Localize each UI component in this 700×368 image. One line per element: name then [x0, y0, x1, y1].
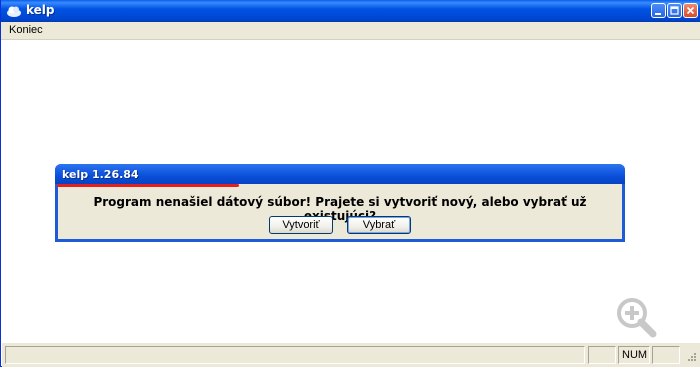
dialog-message: Program nenašiel dátový súbor! Prajete s…	[93, 195, 587, 223]
select-button[interactable]: Vybrať	[347, 216, 411, 234]
window-title: kelp	[26, 3, 55, 17]
close-icon	[686, 6, 695, 15]
maximize-button[interactable]	[667, 3, 682, 18]
cloud-icon	[7, 6, 21, 17]
close-button[interactable]	[683, 3, 698, 18]
menu-item-koniec[interactable]: Koniec	[9, 24, 43, 36]
title-bar[interactable]: kelp	[1, 0, 700, 22]
minimize-icon	[655, 13, 661, 15]
menu-bar: Koniec	[1, 22, 700, 40]
main-window: kelp Koniec kelp 1.26.84 Program nenašie…	[0, 0, 700, 367]
dialog-title-bar[interactable]: kelp 1.26.84	[55, 164, 625, 184]
dialog-title: kelp 1.26.84	[62, 168, 139, 181]
create-button[interactable]: Vytvoriť	[269, 216, 333, 234]
status-pane-num: NUM	[618, 346, 650, 364]
status-bar: NUM	[2, 342, 700, 367]
zoom-in-icon[interactable]	[613, 294, 677, 342]
maximize-icon	[670, 6, 679, 15]
status-pane-main	[5, 346, 585, 364]
annotation-underline	[57, 184, 239, 187]
dialog-window: kelp 1.26.84 Program nenašiel dátový súb…	[55, 164, 625, 242]
minimize-button[interactable]	[651, 3, 666, 18]
resize-grip-icon[interactable]	[682, 349, 698, 365]
dialog-body: Program nenašiel dátový súbor! Prajete s…	[58, 184, 622, 239]
status-pane-1	[588, 346, 616, 364]
status-pane-3	[652, 346, 680, 364]
